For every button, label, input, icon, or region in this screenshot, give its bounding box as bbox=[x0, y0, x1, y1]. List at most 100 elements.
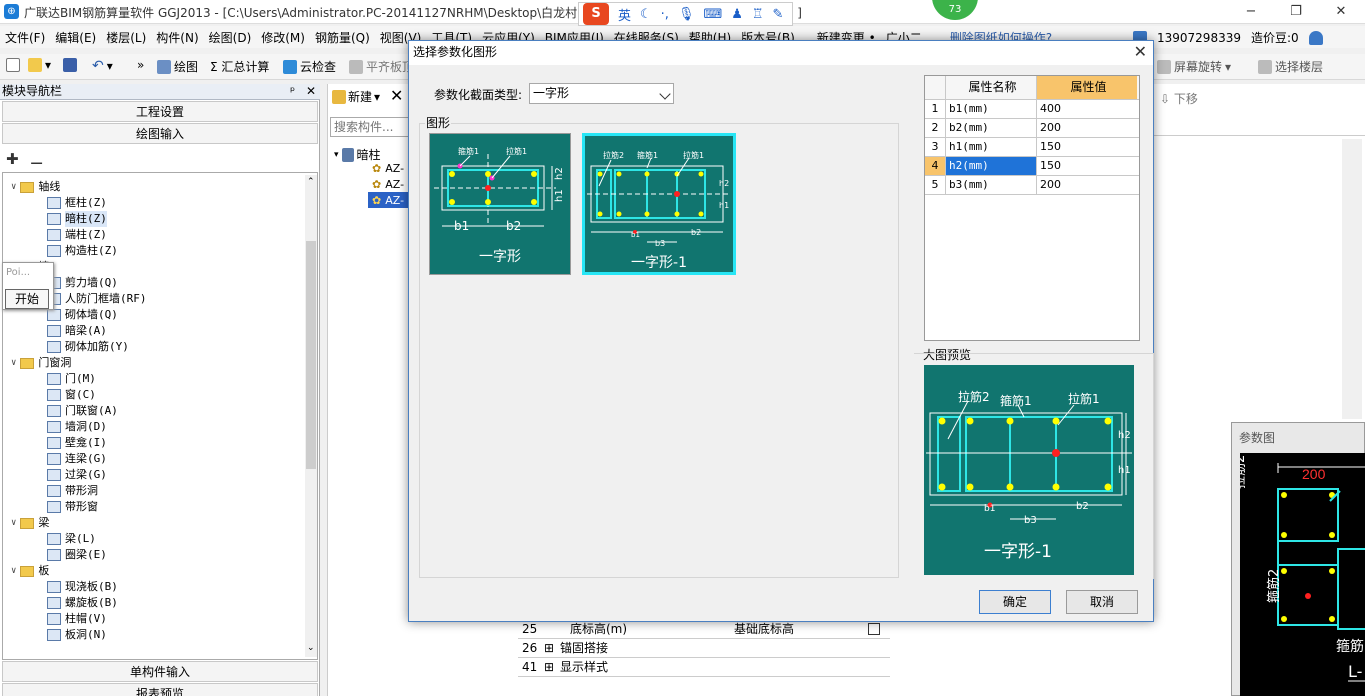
microphone-icon[interactable]: 🎙 bbox=[678, 7, 695, 22]
tree-folder[interactable]: ∨ 门窗洞 bbox=[11, 355, 71, 371]
select-floor-button[interactable]: 选择楼层 bbox=[1258, 58, 1323, 75]
dialog-close-button[interactable]: ✕ bbox=[1134, 42, 1147, 61]
chevron-down-icon[interactable]: ∨ bbox=[11, 355, 16, 371]
menu-item[interactable]: 修改(M) bbox=[256, 29, 310, 46]
ok-button[interactable]: 确定 bbox=[979, 590, 1051, 614]
section-type-select[interactable]: 一字形 bbox=[529, 83, 674, 104]
bell-icon[interactable] bbox=[1308, 30, 1323, 45]
table-row[interactable]: 3 h1(mm) 150 bbox=[925, 138, 1139, 157]
menu-item[interactable]: 绘图(D) bbox=[204, 29, 257, 46]
scrollbar-thumb[interactable] bbox=[306, 241, 316, 469]
expand-icon[interactable]: ⊞ bbox=[544, 639, 554, 657]
tree-item[interactable]: 墙洞(D) bbox=[47, 419, 107, 435]
new-file-icon[interactable] bbox=[6, 58, 20, 72]
keyboard-icon[interactable]: ⌨ bbox=[703, 7, 722, 22]
shape-thumb-yizixing[interactable]: 箍筋1 拉筋1 b1 b2 h1 h2 一字形 bbox=[429, 133, 571, 275]
cloud-check-button[interactable]: 云检查 bbox=[283, 58, 336, 75]
chevron-down-icon[interactable]: ▾ bbox=[334, 150, 339, 160]
tree-item[interactable]: 门联窗(A) bbox=[47, 403, 118, 419]
ime-toolbar[interactable]: S 英 ☾ ·, 🎙 ⌨ ♟ ♖ ✎ bbox=[578, 2, 793, 26]
align-top-button[interactable]: 平齐板顶 bbox=[349, 58, 414, 75]
checkbox[interactable] bbox=[868, 642, 880, 654]
close-icon[interactable]: ✕ bbox=[306, 84, 316, 99]
table-row[interactable]: 25 底标高(m) 基础底标高 bbox=[518, 620, 890, 639]
prop-value[interactable]: 200 bbox=[1037, 176, 1137, 194]
menu-item[interactable]: 文件(F) bbox=[0, 29, 50, 46]
tree-item[interactable]: 现浇板(B) bbox=[47, 579, 118, 595]
checkbox[interactable] bbox=[868, 661, 880, 673]
move-down-button[interactable]: ⇩ 下移 bbox=[1160, 90, 1198, 107]
pin-icon[interactable]: ᵖ bbox=[290, 84, 295, 99]
shape-thumb-yizixing-1[interactable]: 拉筋2 箍筋1 拉筋1 h2 h1 b1 b3 b2 一字形-1 bbox=[582, 133, 736, 275]
tree-folder[interactable]: ∨ 梁 bbox=[11, 515, 49, 531]
tree-item[interactable]: 砌体墙(Q) bbox=[47, 307, 118, 323]
table-row[interactable]: 41 ⊞ 显示样式 bbox=[518, 658, 890, 677]
list-item[interactable]: ✿ AZ- bbox=[372, 162, 404, 175]
tree-item[interactable]: 端柱(Z) bbox=[47, 227, 107, 243]
prop-value[interactable]: 基础底标高 bbox=[734, 620, 794, 638]
tab-draw-input[interactable]: 绘图输入 bbox=[2, 123, 318, 144]
tree-root-anzhu[interactable]: ▾ 暗柱 bbox=[334, 146, 381, 163]
table-row[interactable]: 26 ⊞ 锚固搭接 bbox=[518, 639, 890, 658]
start-button[interactable]: 开始 bbox=[5, 289, 49, 309]
tree-item[interactable]: 连梁(G) bbox=[47, 451, 107, 467]
tree-item[interactable]: 框柱(Z) bbox=[47, 195, 107, 211]
tree-item[interactable]: 壁龛(I) bbox=[47, 435, 107, 451]
table-row[interactable]: 1 b1(mm) 400 bbox=[925, 100, 1139, 119]
collapse-all-icon[interactable]: ⚊ bbox=[30, 150, 43, 168]
tree-item[interactable]: 板洞(N) bbox=[47, 627, 107, 643]
restore-button[interactable]: ❐ bbox=[1281, 2, 1311, 22]
tree-item[interactable]: 暗柱(Z) bbox=[47, 211, 107, 227]
tree-item[interactable]: 暗梁(A) bbox=[47, 323, 107, 339]
undo-icon[interactable]: ↶ ▾ bbox=[92, 58, 113, 74]
menu-item[interactable]: 钢筋量(Q) bbox=[310, 29, 375, 46]
tree-item[interactable]: 带形窗 bbox=[47, 499, 98, 515]
toolbar-more-icon[interactable]: » bbox=[137, 58, 144, 72]
tab-project-settings[interactable]: 工程设置 bbox=[2, 101, 318, 122]
tree-item[interactable]: 剪力墙(Q) bbox=[47, 275, 118, 291]
chevron-down-icon[interactable]: ∨ bbox=[11, 179, 16, 195]
prop-value[interactable]: 200 bbox=[1037, 119, 1137, 137]
checkbox[interactable] bbox=[868, 623, 880, 635]
tree-item[interactable]: 过梁(G) bbox=[47, 467, 107, 483]
tree-item[interactable]: 人防门框墙(RF) bbox=[47, 291, 147, 307]
close-window-button[interactable]: ✕ bbox=[1326, 2, 1356, 22]
table-row[interactable]: 4 h2(mm) 150 bbox=[925, 157, 1139, 176]
tree-item[interactable]: 构造柱(Z) bbox=[47, 243, 118, 259]
draw-button[interactable]: 绘图 bbox=[157, 58, 198, 75]
tab-single-component[interactable]: 单构件输入 bbox=[2, 661, 318, 682]
menu-item[interactable]: 楼层(L) bbox=[101, 29, 151, 46]
tree-folder[interactable]: ∨ 轴线 bbox=[11, 179, 60, 195]
tree-item[interactable]: 砌体加筋(Y) bbox=[47, 339, 129, 355]
coin-balance[interactable]: 造价豆:0 bbox=[1251, 29, 1299, 46]
right-scrollbar[interactable] bbox=[1342, 139, 1362, 419]
expand-icon[interactable]: ⊞ bbox=[544, 658, 554, 676]
moon-icon[interactable]: ☾ bbox=[640, 7, 652, 22]
punctuation-icon[interactable]: ·, bbox=[661, 7, 669, 22]
table-row[interactable]: 2 b2(mm) 200 bbox=[925, 119, 1139, 138]
sum-calc-button[interactable]: Σ 汇总计算 bbox=[210, 58, 269, 75]
table-row[interactable]: 5 b3(mm) 200 bbox=[925, 176, 1139, 195]
shirt-icon[interactable]: ♖ bbox=[752, 7, 764, 22]
tree-folder[interactable]: ∨ 板 bbox=[11, 563, 49, 579]
expand-all-icon[interactable]: ✚ bbox=[6, 150, 19, 168]
tree-item[interactable]: 梁(L) bbox=[47, 531, 96, 547]
phone-number[interactable]: 13907298339 bbox=[1157, 31, 1241, 45]
prop-value[interactable]: 150 bbox=[1037, 138, 1137, 156]
wrench-icon[interactable]: ✎ bbox=[773, 7, 784, 22]
tree-item[interactable]: 圈梁(E) bbox=[47, 547, 107, 563]
tree-item[interactable]: 螺旋板(B) bbox=[47, 595, 118, 611]
chevron-down-icon[interactable]: ∨ bbox=[11, 515, 16, 531]
tree-item[interactable]: 门(M) bbox=[47, 371, 96, 387]
save-icon[interactable] bbox=[63, 58, 77, 72]
menu-item[interactable]: 编辑(E) bbox=[50, 29, 101, 46]
minimize-button[interactable]: − bbox=[1236, 2, 1266, 22]
user-icon[interactable]: ♟ bbox=[731, 7, 743, 22]
chevron-down-icon[interactable]: ∨ bbox=[11, 563, 16, 579]
tree-item[interactable]: 柱帽(V) bbox=[47, 611, 107, 627]
scroll-down-icon[interactable]: ⌄ bbox=[307, 643, 315, 653]
scroll-up-icon[interactable]: ⌃ bbox=[307, 177, 315, 187]
prop-value[interactable]: 400 bbox=[1037, 100, 1137, 118]
delete-icon[interactable]: ✕ bbox=[390, 86, 403, 105]
list-item-selected[interactable]: ✿ AZ- bbox=[368, 192, 410, 208]
